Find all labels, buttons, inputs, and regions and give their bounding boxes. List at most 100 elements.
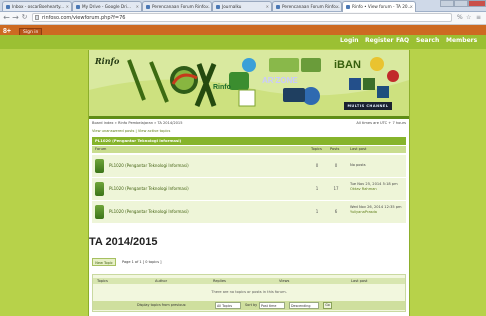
header-last-post: Last post [351, 279, 368, 283]
header-forum: Forum [95, 147, 107, 151]
header-views: Views [279, 279, 290, 283]
rinfo-logo-text: Rinfo [213, 84, 231, 91]
forum-posts-count: 17 [333, 186, 339, 191]
browser-tab[interactable]: Perencanaan Forum Rinfo... ✕ [142, 1, 212, 11]
header-topics: Topics [311, 147, 322, 151]
browser-tab-strip: Inbox - oscarBoehearty... ✕ My Drive - Go… [0, 0, 486, 12]
google-plus-link[interactable]: 8+ [3, 28, 11, 35]
display-topics-select[interactable]: All Topics [215, 302, 241, 309]
forum-link[interactable]: PL1020 (Pengantar Teknologi Informasi) [109, 163, 189, 168]
topics-table-header: Topics Author Replies Views Last post [93, 278, 405, 284]
forum-folder-icon [95, 182, 104, 196]
new-topic-button[interactable]: New Topic [92, 258, 116, 266]
close-icon[interactable]: ✕ [66, 2, 69, 11]
browser-tab[interactable]: Perencanaan Forum Rinfo... ✕ [272, 1, 342, 11]
translate-icon[interactable]: % [457, 14, 463, 21]
last-post-author[interactable]: Oktav Rahman [350, 187, 398, 192]
browser-tab[interactable]: Journalku ✕ [212, 1, 272, 11]
browser-tab[interactable]: Inbox - oscarBoehearty... ✕ [2, 1, 72, 11]
tab-label: Inbox - oscarBoehearty... [12, 4, 65, 9]
breadcrumb[interactable]: Board index » Rinfo Pembelajaran » TA 20… [92, 121, 183, 125]
address-bar-row: ← → ↻ rinfoso.com/viewforum.php?f=76 % ☆… [0, 12, 486, 25]
forum-last-post: No posts [350, 163, 366, 167]
maximize-button[interactable] [454, 0, 468, 7]
forum-folder-icon [95, 159, 104, 173]
tab-label: Perencanaan Forum Rinfo... [152, 4, 210, 9]
back-icon[interactable]: ← [2, 13, 11, 22]
multis-channel-badge: MULTIS CHANNEL [344, 102, 392, 110]
close-icon[interactable]: ✕ [266, 2, 269, 11]
forum-page: Rinfo Rinfo AR'ZONE iBAN MULTIS CHANNEL … [88, 50, 410, 316]
close-icon[interactable]: ✕ [136, 2, 139, 11]
iban-logo-text: iBAN [334, 59, 361, 71]
browser-tab-active[interactable]: Rinfo • View forum - TA 20... ✕ [342, 1, 416, 12]
forum-posts-count: 0 [334, 163, 338, 168]
go-button[interactable]: Go [323, 302, 332, 309]
tab-label: Perencanaan Forum Rinfo... [282, 4, 340, 9]
view-links[interactable]: View unanswered posts | View active topi… [92, 129, 170, 133]
last-post-author[interactable]: YuliyanaPrasda [350, 210, 402, 215]
forum-link[interactable]: PL1020 (Pengantar Teknologi Informasi) [109, 186, 189, 191]
sort-by-select[interactable]: Post time [259, 302, 285, 309]
forum-last-post: Tue Nov 25, 2014 5:18 pm Oktav Rahman [350, 182, 398, 192]
tab-label: My Drive - Google Dri... [82, 4, 131, 9]
sort-order-select[interactable]: Descending [289, 302, 319, 309]
section-title: TA 2014/2015 [89, 236, 158, 248]
close-icon[interactable]: ✕ [336, 2, 339, 11]
menu-members[interactable]: Members [446, 37, 477, 44]
page-count: Page 1 of 1 [ 0 topics ] [122, 260, 162, 264]
server-time: All times are UTC + 7 hours [356, 121, 406, 125]
forum-topics-count: 0 [315, 163, 319, 168]
header-author: Author [155, 279, 168, 283]
banner-divider [89, 116, 409, 119]
forward-icon[interactable]: → [11, 13, 20, 22]
window-close-button[interactable] [468, 0, 486, 7]
forum-banner: Rinfo Rinfo AR'ZONE iBAN MULTIS CHANNEL [89, 50, 409, 116]
no-topics-message: There are no topics or posts in this for… [211, 290, 287, 294]
header-replies: Replies [213, 279, 226, 283]
forum-posts-count: 6 [334, 209, 338, 214]
url-text: rinfoso.com/viewforum.php?f=76 [42, 15, 126, 21]
bookmark-star-icon[interactable]: ☆ [466, 14, 471, 21]
favicon-icon [346, 5, 350, 9]
header-last-post: Last post [350, 147, 367, 151]
reload-icon[interactable]: ↻ [20, 13, 29, 22]
forum-topics-count: 1 [315, 209, 319, 214]
menu-faq[interactable]: FAQ [396, 37, 409, 44]
category-header[interactable]: PL1020 (Pengantar Teknologi Informasi) [92, 137, 406, 145]
minimize-button[interactable] [440, 0, 454, 7]
site-logo[interactable]: Rinfo [95, 56, 119, 66]
menu-search[interactable]: Search [416, 37, 439, 44]
header-topics: Topics [97, 279, 108, 283]
forum-row[interactable]: PL1020 (Pengantar Teknologi Informasi) 1… [92, 200, 406, 223]
menu-icon[interactable]: ≡ [476, 14, 481, 21]
forum-topics-count: 1 [315, 186, 319, 191]
topics-table: Topics Author Replies Views Last post Th… [92, 274, 406, 312]
page-icon [35, 15, 39, 20]
forum-table-header: Forum Topics Posts Last post [92, 146, 406, 153]
arzone-logo-text: AR'ZONE [262, 76, 298, 85]
tab-label: Rinfo • View forum - TA 20... [352, 4, 412, 9]
favicon-icon [276, 5, 280, 9]
sort-label: Sort by [245, 303, 258, 307]
forum-folder-icon [95, 205, 104, 219]
favicon-icon [76, 5, 80, 9]
close-icon[interactable]: ✕ [410, 2, 413, 11]
menu-register[interactable]: Register [365, 37, 394, 44]
favicon-icon [216, 5, 220, 9]
header-posts: Posts [330, 147, 340, 151]
forum-row[interactable]: PL1020 (Pengantar Teknologi Informasi) 0… [92, 154, 406, 177]
browser-tab[interactable]: My Drive - Google Dri... ✕ [72, 1, 142, 11]
favicon-icon [146, 5, 150, 9]
site-top-menu: Login Register FAQ Search Members [0, 35, 486, 49]
display-label: Display topics from previous: [137, 303, 187, 307]
menu-login[interactable]: Login [340, 37, 359, 44]
forum-last-post: Wed Nov 26, 2014 12:35 pm YuliyanaPrasda [350, 205, 402, 215]
close-icon[interactable]: ✕ [206, 2, 209, 11]
url-input[interactable]: rinfoso.com/viewforum.php?f=76 [32, 13, 452, 22]
topic-filter-bar: Display topics from previous: All Topics… [93, 301, 405, 310]
forum-link[interactable]: PL1020 (Pengantar Teknologi Informasi) [109, 209, 189, 214]
tab-label: Journalku [222, 4, 242, 9]
forum-row[interactable]: PL1020 (Pengantar Teknologi Informasi) 1… [92, 177, 406, 200]
favicon-icon [6, 5, 10, 9]
